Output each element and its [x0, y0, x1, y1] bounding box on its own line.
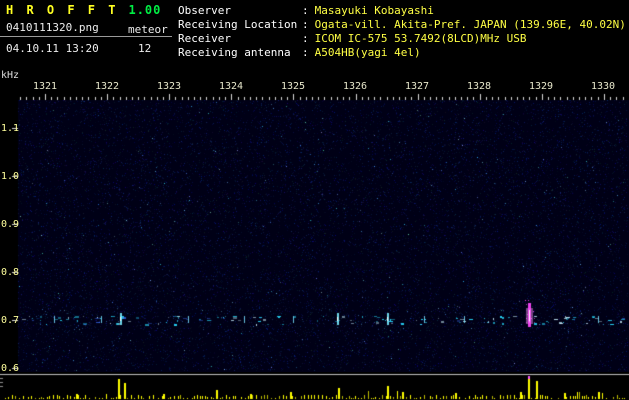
hrofft-screen: H R O F F T 1.00 0410111320.png meteor 04… — [0, 0, 629, 400]
info-label: Observer — [178, 4, 231, 17]
freq-unit-label: kHz — [1, 70, 20, 81]
info-colon: : — [302, 32, 309, 45]
time-tick-label: 1323 — [156, 81, 182, 92]
spectrogram-canvas — [0, 70, 629, 372]
app-title-text: H R O F F T — [6, 3, 119, 17]
freq-tick-label: 0.9 — [1, 219, 20, 230]
app-version: 1.00 — [128, 3, 162, 17]
app-title: H R O F F T 1.00 — [6, 3, 161, 17]
info-label: Receiver — [178, 32, 231, 45]
info-value: ICOM IC-575 53.7492(8LCD)MHz USB — [314, 32, 527, 45]
activity-bar-canvas — [0, 372, 629, 400]
info-label: Receiving Location — [178, 18, 298, 31]
time-tick-label: 1326 — [342, 81, 368, 92]
header-divider — [0, 36, 172, 37]
freq-tick-label: 1.1 — [1, 123, 20, 134]
info-row-antenna: Receiving antenna: A504HB(yagi 4el) — [178, 46, 626, 60]
info-label: Receiving antenna — [178, 46, 291, 59]
info-row-location: Receiving Location: Ogata-vill. Akita-Pre… — [178, 18, 626, 32]
freq-tick-label: 0.8 — [1, 267, 20, 278]
time-tick-label: 1321 — [32, 81, 58, 92]
time-tick-label: 1325 — [280, 81, 306, 92]
time-tick-label: 1324 — [218, 81, 244, 92]
datetime-label: 04.10.11 13:20 — [6, 42, 99, 55]
station-info: Observer: Masayuki Kobayashi Receiving Lo… — [178, 4, 626, 60]
time-tick-label: 1328 — [466, 81, 492, 92]
info-row-receiver: Receiver: ICOM IC-575 53.7492(8LCD)MHz US… — [178, 32, 626, 46]
info-colon: : — [302, 18, 309, 31]
info-colon: : — [302, 46, 309, 59]
output-filename: 0410111320.png — [6, 21, 99, 34]
mode-label: meteor — [128, 23, 168, 36]
time-tick-label: 1327 — [404, 81, 430, 92]
info-value: Masayuki Kobayashi — [314, 4, 434, 17]
freq-tick-label: 1.0 — [1, 171, 20, 182]
meteor-count: 12 — [138, 42, 152, 55]
info-colon: : — [302, 4, 309, 17]
freq-tick-label: 0.7 — [1, 315, 20, 326]
info-value: A504HB(yagi 4el) — [314, 46, 421, 59]
info-row-observer: Observer: Masayuki Kobayashi — [178, 4, 626, 18]
info-value: Ogata-vill. Akita-Pref. JAPAN (139.96E, … — [314, 18, 626, 31]
time-tick-label: 1329 — [528, 81, 554, 92]
time-tick-label: 1322 — [94, 81, 120, 92]
freq-tick-label: 0.6 — [1, 363, 20, 374]
time-tick-label: 1330 — [590, 81, 616, 92]
